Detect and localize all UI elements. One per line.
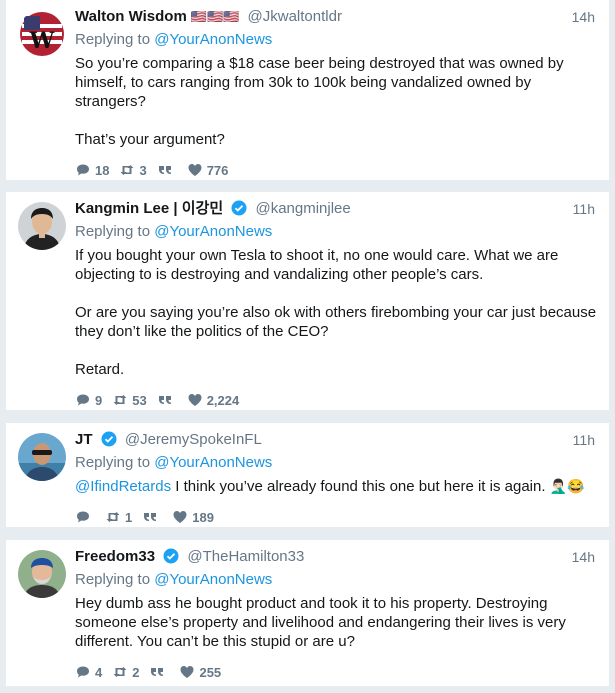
like-button[interactable]: 776 — [187, 162, 229, 178]
tweet-text: So you’re comparing a $18 case beer bein… — [75, 54, 599, 149]
tweet[interactable]: Kangmin Lee | 이강민 @kangminjlee 11h Reply… — [6, 192, 609, 410]
username[interactable]: @TheHamilton33 — [187, 548, 304, 565]
like-button[interactable]: 189 — [172, 509, 214, 525]
reply-count: 4 — [95, 664, 103, 680]
tweet[interactable]: Freedom33 @TheHamilton33 14h Replying to… — [6, 540, 609, 686]
like-count: 2,224 — [206, 392, 240, 408]
quote-button[interactable] — [149, 664, 169, 680]
retweet-icon — [113, 395, 127, 405]
replying-to-label: Replying to — [75, 223, 155, 240]
retweet-button[interactable]: 1 — [105, 509, 132, 525]
replying-to-link[interactable]: @YourAnonNews — [154, 571, 272, 588]
reply-icon — [77, 511, 89, 523]
mention-link[interactable]: @IfindRetards — [75, 478, 171, 495]
tweet-paragraph: If you bought your own Tesla to shoot it… — [75, 247, 559, 283]
verified-badge-icon — [101, 431, 117, 447]
replying-to: Replying to @YourAnonNews — [75, 222, 599, 242]
like-button[interactable]: 255 — [179, 664, 221, 680]
reply-button[interactable] — [75, 509, 95, 525]
display-name[interactable]: Walton Wisdom — [75, 8, 187, 25]
retweet-icon — [113, 667, 127, 677]
timestamp[interactable]: 14h — [572, 5, 595, 29]
display-name[interactable]: Kangmin Lee | 이강민 — [75, 200, 223, 217]
tweet-paragraph: Retard. — [75, 361, 125, 378]
retweet-button[interactable]: 2 — [112, 664, 139, 680]
replying-to: Replying to @YourAnonNews — [75, 30, 599, 50]
avatar[interactable] — [18, 550, 66, 598]
username[interactable]: @JeremySpokeInFL — [125, 431, 262, 448]
quote-button[interactable] — [142, 509, 162, 525]
replying-to-label: Replying to — [75, 454, 155, 471]
heart-icon — [173, 511, 187, 523]
quote-button[interactable] — [157, 392, 177, 408]
quote-icon — [158, 396, 171, 404]
reply-button[interactable]: 9 — [75, 392, 102, 408]
like-count: 776 — [206, 162, 229, 178]
avatar[interactable]: W — [18, 10, 66, 58]
verified-badge-icon — [163, 548, 179, 564]
tweet-feed: W Walton Wisdom 🇺🇸🇺🇸🇺🇸 @Jkwaltontldr 14h … — [0, 0, 615, 693]
retweet-icon — [106, 512, 120, 522]
tweet[interactable]: JT @JeremySpokeInFL 11h Replying to @You… — [6, 423, 609, 527]
tweet-emojis: 🤦🏻‍♂️😂 — [549, 478, 585, 494]
retweet-count: 1 — [125, 509, 133, 525]
retweet-button[interactable]: 53 — [112, 392, 147, 408]
replying-to-label: Replying to — [75, 31, 155, 48]
timestamp[interactable]: 11h — [573, 197, 595, 221]
heart-icon — [188, 394, 202, 406]
reply-count: 18 — [95, 162, 110, 178]
reply-icon — [77, 164, 89, 176]
tweet-actions: 4 2 255 — [75, 662, 599, 682]
replying-to-link[interactable]: @YourAnonNews — [154, 223, 272, 240]
like-button[interactable]: 2,224 — [187, 392, 240, 408]
timestamp[interactable]: 14h — [572, 545, 595, 569]
username[interactable]: @kangminjlee — [255, 200, 350, 217]
tweet-paragraph: That’s your argument? — [75, 131, 225, 148]
heart-icon — [188, 164, 202, 176]
retweet-count: 2 — [132, 664, 140, 680]
reply-button[interactable]: 18 — [75, 162, 109, 178]
like-count: 255 — [199, 664, 222, 680]
tweet-paragraph: So you’re comparing a $18 case beer bein… — [75, 55, 564, 110]
reply-icon — [77, 666, 89, 678]
quote-icon — [144, 513, 157, 521]
tweet-actions: 18 3 776 — [75, 160, 599, 180]
reply-button[interactable]: 4 — [75, 664, 102, 680]
tweet-paragraph: Or are you saying you’re also ok with ot… — [75, 304, 597, 340]
verified-badge-icon — [231, 200, 247, 216]
heart-icon — [180, 666, 194, 678]
tweet[interactable]: W Walton Wisdom 🇺🇸🇺🇸🇺🇸 @Jkwaltontldr 14h … — [6, 0, 609, 180]
username[interactable]: @Jkwaltontldr — [248, 8, 342, 25]
tweet-body: I think you’ve already found this one bu… — [171, 478, 550, 495]
quote-icon — [151, 668, 164, 676]
tweet-paragraph: Hey dumb ass he bought product and took … — [75, 595, 566, 650]
tweet-text: Hey dumb ass he bought product and took … — [75, 594, 599, 651]
tweet-text: @IfindRetards I think you’ve already fou… — [75, 477, 599, 496]
retweet-count: 53 — [132, 392, 147, 408]
avatar[interactable] — [18, 433, 66, 481]
replying-to-label: Replying to — [75, 571, 155, 588]
replying-to-link[interactable]: @YourAnonNews — [154, 31, 272, 48]
reply-icon — [77, 394, 89, 406]
flag-emojis: 🇺🇸🇺🇸🇺🇸 — [190, 9, 240, 24]
retweet-button[interactable]: 3 — [119, 162, 147, 178]
svg-text:W: W — [29, 28, 55, 54]
quote-button[interactable] — [157, 162, 177, 178]
tweet-text: If you bought your own Tesla to shoot it… — [75, 246, 599, 379]
replying-to: Replying to @YourAnonNews — [75, 570, 599, 590]
retweet-icon — [120, 165, 134, 175]
quote-icon — [158, 166, 171, 174]
timestamp[interactable]: 11h — [573, 428, 595, 452]
replying-to-link[interactable]: @YourAnonNews — [154, 454, 272, 471]
avatar[interactable] — [18, 202, 66, 250]
tweet-actions: 1 189 — [75, 507, 599, 527]
tweet-actions: 9 53 2,224 — [75, 390, 599, 410]
display-name[interactable]: Freedom33 — [75, 548, 155, 565]
replying-to: Replying to @YourAnonNews — [75, 453, 599, 473]
reply-count: 9 — [95, 392, 103, 408]
retweet-count: 3 — [139, 162, 147, 178]
display-name[interactable]: JT — [75, 431, 93, 448]
like-count: 189 — [192, 509, 214, 525]
